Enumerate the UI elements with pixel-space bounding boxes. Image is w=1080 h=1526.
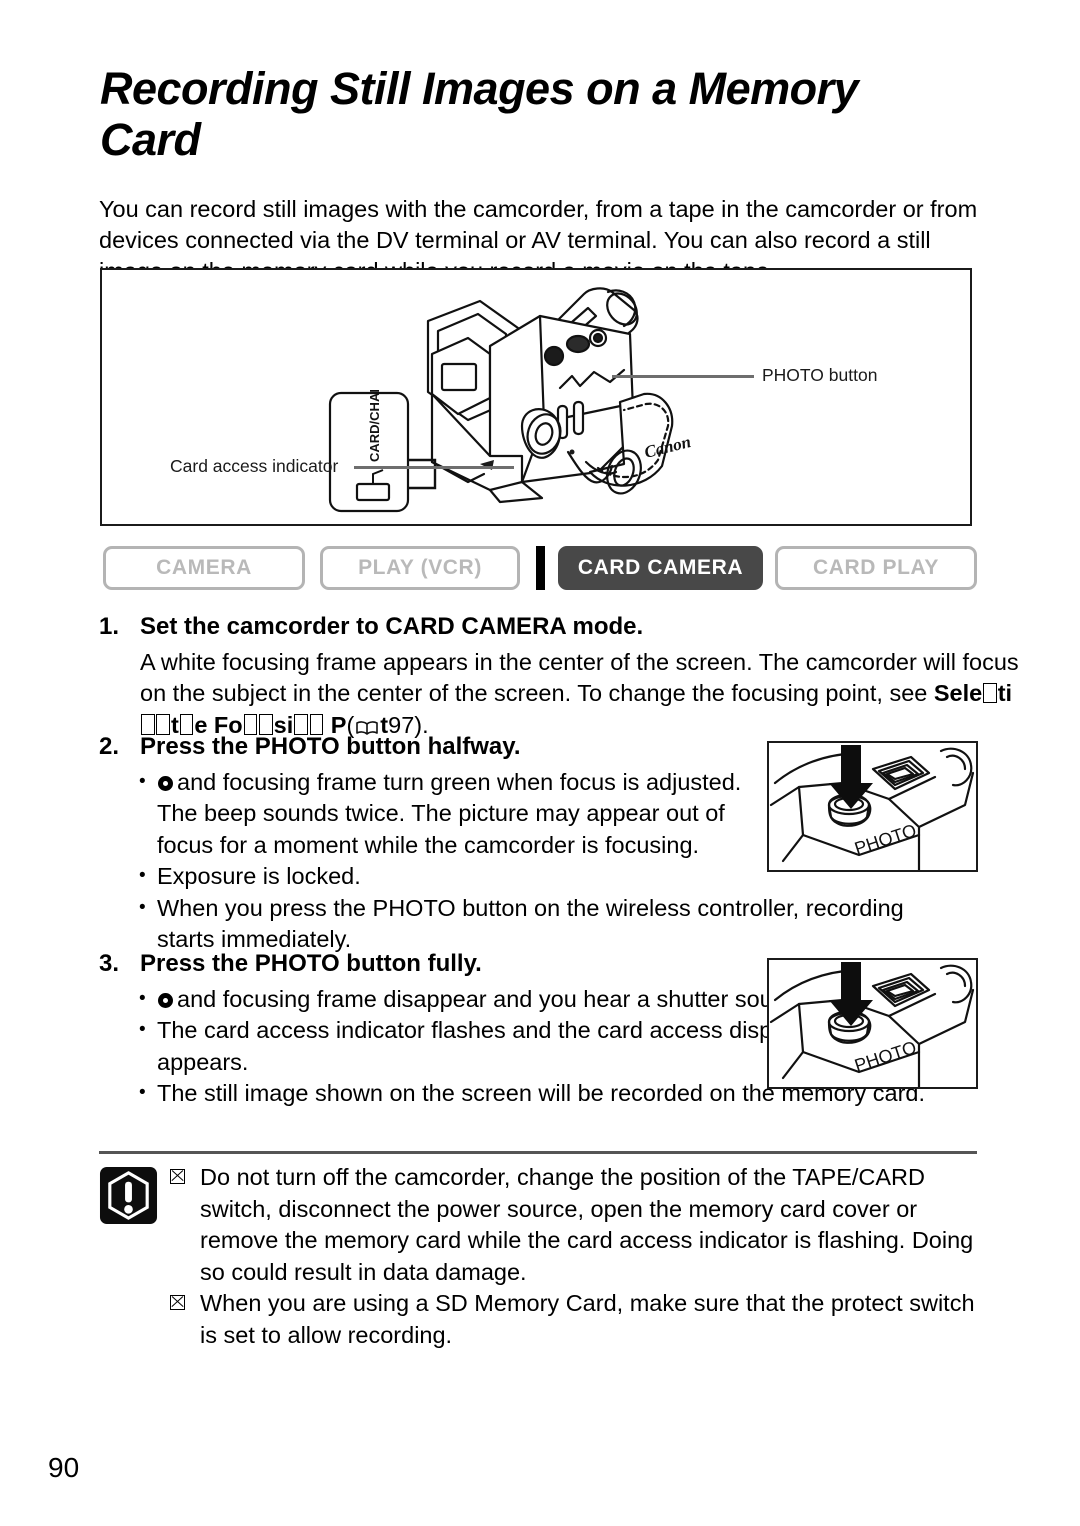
focus-indicator-icon bbox=[158, 992, 173, 1008]
notes-list: Do not turn off the camcorder, change th… bbox=[168, 1162, 980, 1351]
step-2-heading: Press the PHOTO button halfway. bbox=[140, 733, 521, 760]
tab-card-camera[interactable]: CARD CAMERA bbox=[558, 546, 763, 590]
tab-card-play[interactable]: CARD PLAY bbox=[775, 546, 977, 590]
step-3-bullets: and focusing frame disappear and you hea… bbox=[129, 983, 925, 1110]
step-2: 2. Press the PHOTO button halfway. and f… bbox=[99, 733, 904, 956]
tab-play-vcr[interactable]: PLAY (VCR) bbox=[320, 546, 520, 590]
card-charge-text: CARD/CHARGE bbox=[367, 390, 382, 462]
note-item-text: Do not turn off the camcorder, change th… bbox=[200, 1164, 974, 1285]
missing-glyph-icon bbox=[179, 714, 194, 735]
list-item: Exposure is locked. bbox=[129, 860, 784, 893]
list-item: The card access indicator flashes and th… bbox=[129, 1014, 829, 1078]
step-1: 1. Set the camcorder to CARD CAMERA mode… bbox=[99, 613, 1019, 741]
list-item: When you press the PHOTO button on the w… bbox=[129, 892, 967, 956]
step-2-bullet-1-text: and focusing frame turn green when focus… bbox=[157, 768, 742, 858]
photo-button-press-halfway-illustration: PHOTO bbox=[767, 741, 978, 872]
page-title: Recording Still Images on a Memory Card bbox=[100, 63, 859, 165]
step-2-number: 2. bbox=[99, 733, 120, 760]
card-access-indicator-label: Card access indicator bbox=[170, 456, 339, 476]
photo-label-text: PHOTO bbox=[852, 820, 919, 859]
mode-tabs: CAMERA PLAY (VCR) CARD CAMERA CARD PLAY bbox=[103, 546, 978, 590]
camcorder-figure: Canon CARD/CHARGE PHOTO button Card acce… bbox=[100, 268, 972, 526]
note-marker-icon bbox=[170, 1295, 185, 1310]
list-item: and focusing frame turn green when focus… bbox=[129, 766, 784, 862]
step-1-body-text: A white focusing frame appears in the ce… bbox=[140, 648, 1019, 707]
tab-card-camera-label: CARD CAMERA bbox=[577, 556, 744, 579]
page-number: 90 bbox=[48, 1452, 80, 1483]
step-1-number: 1. bbox=[99, 613, 120, 640]
step-1-ref-part-2: ti bbox=[997, 680, 1013, 707]
tab-camera-label: CAMERA bbox=[156, 556, 252, 579]
note-marker-icon bbox=[170, 1169, 185, 1184]
card-access-leader-line bbox=[354, 466, 514, 469]
step-1-ref-part-1: Sele bbox=[933, 680, 983, 707]
missing-glyph-icon bbox=[983, 682, 997, 704]
photo-button-leader-line bbox=[612, 375, 754, 378]
tab-card-play-label: CARD PLAY bbox=[813, 556, 939, 579]
missing-glyph-icon bbox=[243, 714, 258, 735]
step-3-number: 3. bbox=[99, 950, 120, 977]
step-3-bullet-1-text: and focusing frame disappear and you hea… bbox=[177, 985, 806, 1012]
photo-button-diagram: PHOTO bbox=[769, 745, 975, 870]
focus-indicator-icon bbox=[158, 775, 173, 791]
missing-glyph-icon bbox=[259, 714, 273, 735]
missing-glyph-icon bbox=[140, 714, 155, 735]
photo-label-text: PHOTO bbox=[852, 1037, 919, 1076]
step-3-heading: Press the PHOTO button fully. bbox=[140, 950, 482, 977]
document-page: Recording Still Images on a Memory Card … bbox=[0, 0, 1080, 1526]
step-1-body: A white focusing frame appears in the ce… bbox=[140, 647, 1020, 742]
missing-glyph-icon bbox=[294, 714, 308, 735]
photo-button-diagram: PHOTO bbox=[769, 962, 975, 1087]
photo-button-press-fully-illustration: PHOTO bbox=[767, 958, 978, 1089]
list-item: and focusing frame disappear and you hea… bbox=[129, 983, 829, 1016]
tab-camera[interactable]: CAMERA bbox=[103, 546, 305, 590]
note-item: When you are using a SD Memory Card, mak… bbox=[168, 1288, 980, 1351]
notes-divider bbox=[99, 1151, 977, 1154]
tab-play-vcr-label: PLAY (VCR) bbox=[358, 556, 482, 579]
step-2-bullets: and focusing frame turn green when focus… bbox=[129, 766, 904, 956]
note-item-text: When you are using a SD Memory Card, mak… bbox=[200, 1290, 975, 1348]
card-charge-callout: CARD/CHARGE bbox=[328, 390, 437, 513]
photo-button-label: PHOTO button bbox=[762, 365, 878, 385]
warning-icon bbox=[99, 1166, 158, 1225]
note-item: Do not turn off the camcorder, change th… bbox=[168, 1162, 980, 1288]
tab-group-divider bbox=[536, 546, 545, 590]
step-3: 3. Press the PHOTO button fully. and foc… bbox=[99, 950, 925, 1110]
missing-glyph-icon bbox=[156, 714, 171, 735]
missing-glyph-icon bbox=[309, 714, 324, 735]
step-1-heading: Set the camcorder to CARD CAMERA mode. bbox=[140, 613, 644, 640]
